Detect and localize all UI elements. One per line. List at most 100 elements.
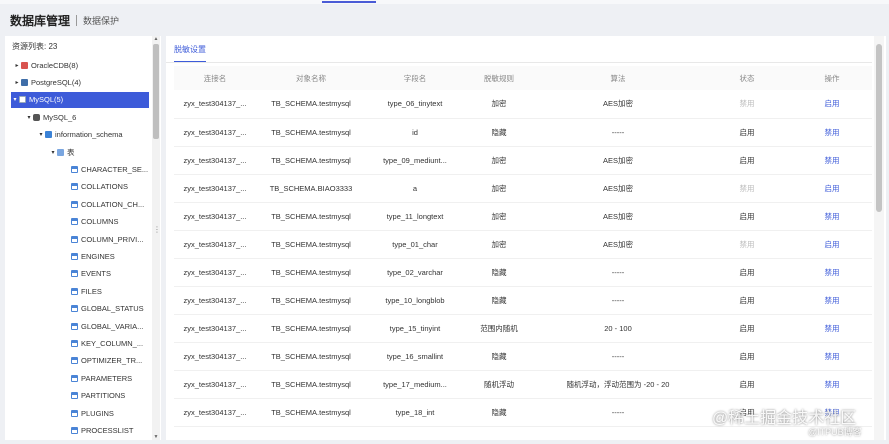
toggle-action-link[interactable]: 启用 [825,240,840,249]
cell-rule: 随机浮动 [464,370,534,399]
cell-field: type_15_tinyint [366,314,464,343]
panel-resize-handle[interactable]: ⋮ [153,225,161,234]
page-subtitle: 数据保护 [83,15,120,26]
tree-item[interactable]: PARAMETERS [63,370,132,386]
cell-rule: 加密 [464,202,534,231]
tree-scrollbar[interactable]: ▲ ▼ [152,36,160,440]
tree-item-label: MySQL_6 [43,112,77,122]
table-row: zyx_test304137_... TB_SCHEMA.testmysql typ… [174,90,872,119]
tree-item[interactable]: ▸ OracleCDB(8) [13,57,78,73]
tree-item[interactable]: COLUMNS [63,214,119,230]
table-icon [71,357,78,365]
table-icon [71,374,78,382]
tree-item[interactable]: EVENTS [63,266,111,282]
tree-item[interactable]: COLLATION_CH... [63,196,144,212]
tree-item-label: GLOBAL_VARIA... [81,321,144,331]
caret-right-icon[interactable]: ▸ [13,79,21,86]
action-cell: 禁用 [792,342,872,371]
toggle-action-link[interactable]: 禁用 [825,352,840,361]
cell-obj: TB_SCHEMA.testmysql [256,342,366,371]
tree-item-label: KEY_COLUMN_... [81,338,144,348]
toggle-action-link[interactable]: 禁用 [825,380,840,389]
cell-status: 禁用 [702,174,792,203]
watermark-itpub: @ITPUB博客 [808,427,862,437]
mysql-icon [19,96,26,104]
tree-item[interactable]: OPTIMIZER_TR... [63,353,142,369]
cell-rule: 隐藏 [464,398,534,427]
toggle-action-link[interactable]: 禁用 [825,324,840,333]
table-row: zyx_test304137_... TB_SCHEMA.testmysql typ… [174,286,872,315]
cell-algo: AES加密 [534,230,702,259]
tree-item[interactable]: GLOBAL_STATUS [63,301,144,317]
table-row: zyx_test304137_... TB_SCHEMA.testmysql typ… [174,146,872,175]
masking-rules-table: 连接名 对象名称 字段名 脱敏规则 算法 状态 操作 zyx_test304137_... T… [174,66,872,427]
caret-down-icon[interactable]: ▾ [49,149,57,156]
cell-conn: zyx_test304137_... [174,258,256,287]
tree-item[interactable]: PLUGINS [63,405,114,421]
table-icon [71,270,78,278]
tree-item[interactable]: PARTITIONS [63,388,125,404]
toggle-action-link[interactable]: 禁用 [825,128,840,137]
tree-item[interactable]: COLLATIONS [63,179,128,195]
tree-item-label: CHARACTER_SE... [81,164,149,174]
table-icon [71,409,78,417]
cell-field: type_17_medium... [366,370,464,399]
page-title: 数据库管理 [10,13,71,28]
tab-masking-settings[interactable]: 脱敏设置 [174,44,206,62]
table-icon [71,200,78,208]
cell-algo: ----- [534,398,702,427]
toggle-action-link[interactable]: 禁用 [825,212,840,221]
scroll-down-icon[interactable]: ▼ [152,434,160,440]
scroll-up-icon[interactable]: ▲ [152,36,160,42]
cell-status: 启用 [702,370,792,399]
cell-obj: TB_SCHEMA.BIAO3333 [256,174,366,203]
tree-item[interactable]: PROCESSLIST [63,422,134,438]
tree-item[interactable]: ▾ information_schema [37,127,122,143]
cell-status: 启用 [702,314,792,343]
table-scrollbar-thumb[interactable] [876,44,882,212]
toggle-action-link[interactable]: 禁用 [825,296,840,305]
tree-item-label: COLUMN_PRIVI... [81,234,144,244]
table-scrollbar[interactable] [874,36,884,440]
tree-scrollbar-thumb[interactable] [153,44,159,139]
tree-item-label: MySQL(5) [29,95,64,105]
cell-obj: TB_SCHEMA.testmysql [256,202,366,231]
table-icon [71,287,78,295]
action-cell: 禁用 [792,258,872,287]
caret-right-icon[interactable]: ▸ [13,62,21,69]
tree-item-label: PARAMETERS [81,373,133,383]
cell-obj: TB_SCHEMA.testmysql [256,286,366,315]
tree-item[interactable]: ENGINES [63,248,115,264]
tree-item[interactable]: ▾ MySQL_6 [25,109,76,125]
tree-item[interactable]: ▾ MySQL(5) [11,91,149,108]
tree-item[interactable]: KEY_COLUMN_... [63,335,143,351]
cell-field: type_11_longtext [366,202,464,231]
cell-obj: TB_SCHEMA.testmysql [256,146,366,175]
action-cell: 禁用 [792,118,872,147]
toggle-action-link[interactable]: 启用 [825,184,840,193]
tree-item[interactable]: CHARACTER_SE... [63,161,148,177]
toggle-action-link[interactable]: 禁用 [825,268,840,277]
cell-field: type_16_smallint [366,342,464,371]
tree-item[interactable]: ▸ PostgreSQL(4) [13,74,81,90]
cell-status: 启用 [702,342,792,371]
cell-conn: zyx_test304137_... [174,90,256,119]
cell-rule: 加密 [464,90,534,119]
table-icon [71,252,78,260]
tree-item-label: COLLATION_CH... [81,199,145,209]
toggle-action-link[interactable]: 禁用 [825,156,840,165]
tree-item-label: GLOBAL_STATUS [81,304,144,314]
cell-conn: zyx_test304137_... [174,370,256,399]
caret-down-icon[interactable]: ▾ [25,114,33,121]
caret-down-icon[interactable]: ▾ [11,96,19,103]
tree-item[interactable]: COLUMN_PRIVI... [63,231,144,247]
active-nav-indicator [322,1,376,3]
caret-down-icon[interactable]: ▾ [37,131,45,138]
tree-item[interactable]: GLOBAL_VARIA... [63,318,143,334]
tree-item-label: OracleCDB(8) [31,60,79,70]
folder-icon [57,148,64,156]
tree-item[interactable]: ▾ 表 [49,144,74,160]
tree-item[interactable]: FILES [63,283,102,299]
toggle-action-link[interactable]: 启用 [825,99,840,108]
cell-obj: TB_SCHEMA.testmysql [256,90,366,119]
